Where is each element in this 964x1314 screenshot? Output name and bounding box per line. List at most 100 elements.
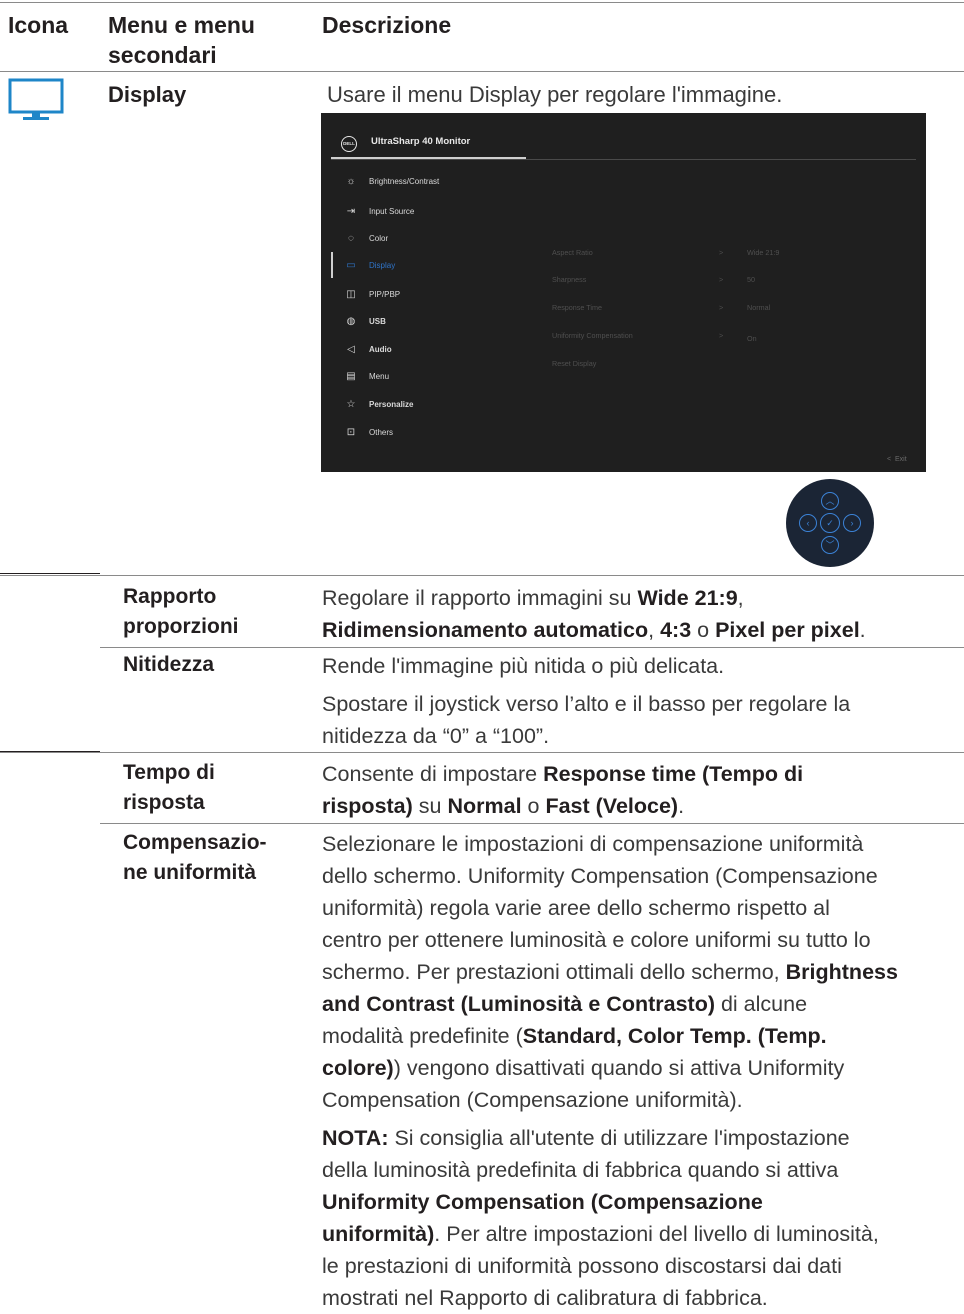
text-run: dello schermo. Uniformity Compensation (…	[322, 864, 878, 888]
osd-menu-item-label: Input Source	[369, 207, 415, 216]
description-line: le prestazioni di uniformità possono dis…	[322, 1250, 962, 1282]
submenu-label-line: Nitidezza	[123, 653, 215, 676]
description-line: uniformità) regola varie aree dello sche…	[322, 892, 962, 924]
text-run: le prestazioni di uniformità possono dis…	[322, 1254, 842, 1278]
input-icon: ⇥	[346, 206, 356, 217]
osd-submenu-row[interactable]: Uniformity Compensation > On	[552, 331, 912, 345]
header-menu-col: Menu e menu secondari	[108, 12, 255, 68]
row-rule-1-icon	[0, 573, 100, 574]
bold-text-run: and Contrast (Luminosità e Contrasto)	[322, 992, 715, 1016]
text-run: o	[521, 794, 546, 818]
bold-text-run: risposta)	[322, 794, 413, 818]
row-rule	[100, 823, 964, 824]
joystick-center-icon: ✓	[820, 513, 840, 533]
star-icon: ☆	[346, 399, 356, 410]
row-rule	[100, 647, 964, 648]
submenu-label-line: proporzioni	[123, 615, 239, 638]
text-run: centro per ottenere luminosità e colore …	[322, 928, 871, 952]
description-line: Ridimensionamento automatico, 4:3 o Pixe…	[322, 614, 962, 646]
description-line: dello schermo. Uniformity Compensation (…	[322, 860, 962, 892]
osd-menu-item[interactable]: ◍ USB	[345, 314, 545, 334]
osd-submenu-row[interactable]: Aspect Ratio > Wide 21:9	[552, 248, 912, 262]
pip-icon: ◫	[346, 289, 356, 300]
bold-text-run: Ridimensionamento automatico	[322, 618, 649, 642]
osd-menu-item[interactable]: ◫ PIP/PBP	[345, 287, 545, 307]
osd-submenu-value: 50	[747, 275, 755, 284]
osd-submenu-label: Response Time	[552, 303, 602, 312]
description-line: mostrati nel Rapporto di calibratura di …	[322, 1282, 962, 1314]
row-rule-icon	[0, 751, 100, 752]
menu-icon: ▤	[346, 371, 356, 382]
bold-text-run: Response time (Tempo di	[543, 762, 804, 786]
osd-submenu-label: Sharpness	[552, 275, 587, 284]
sun-icon: ☼	[346, 176, 356, 187]
text-run: Compensation (Compensazione uniformità).	[322, 1088, 743, 1112]
bold-text-run: Pixel per pixel	[715, 618, 860, 642]
osd-menu-item[interactable]: ▭ Display	[345, 258, 545, 278]
text-run: Selezionare le impostazioni di compensaz…	[322, 832, 864, 856]
osd-submenu-row[interactable]: Response Time > Normal	[552, 303, 912, 317]
osd-menu-item[interactable]: ☼ Brightness/Contrast	[345, 174, 545, 194]
text-run: Regolare il rapporto immagini su	[322, 586, 638, 610]
joystick-right-icon: ›	[843, 514, 861, 532]
bold-text-run: NOTA:	[322, 1126, 389, 1150]
submenu-label: Nitidezza	[123, 650, 303, 680]
osd-submenu-label: Aspect Ratio	[552, 248, 593, 257]
osd-menu-item[interactable]: ◌ Color	[345, 231, 545, 251]
submenu-description: Regolare il rapporto immagini su Wide 21…	[322, 582, 962, 646]
text-run: Si consiglia all'utente di utilizzare l'…	[388, 1126, 850, 1150]
header-desc-col: Descrizione	[322, 12, 452, 38]
description-line: Rende l'immagine più nitida o più delica…	[322, 650, 962, 682]
speaker-icon: ◁	[347, 344, 355, 355]
osd-menu-item-label: Menu	[369, 372, 390, 381]
osd-menu-item[interactable]: ⇥ Input Source	[345, 204, 545, 224]
submenu-description: Selezionare le impostazioni di compensaz…	[322, 828, 962, 1116]
osd-menu-item[interactable]: ⊡ Others	[345, 425, 545, 445]
text-run: schermo. Per prestazioni ottimali dello …	[322, 960, 786, 984]
osd-menu-item-label: Personalize	[369, 400, 414, 409]
display-row-description: Usare il menu Display per regolare l'imm…	[327, 82, 783, 107]
submenu-label-line: Rapporto	[123, 585, 217, 608]
text-run: Rende l'immagine più nitida o più delica…	[322, 654, 725, 678]
text-run: della luminosità predefinita di fabbrica…	[322, 1158, 839, 1182]
joystick-up-icon: ︿	[821, 492, 839, 510]
bold-text-run: Normal	[447, 794, 522, 818]
osd-submenu-value: On	[747, 334, 757, 343]
osd-menu-screenshot: DELL UltraSharp 40 Monitor ☼ Brightness/C…	[321, 113, 926, 472]
bold-text-run: Wide 21:9	[637, 586, 738, 610]
bold-text-run: Brightness	[785, 960, 898, 984]
description-line: NOTA: Si consiglia all'utente di utilizz…	[322, 1122, 962, 1154]
osd-menu-item-label: Brightness/Contrast	[369, 177, 440, 186]
text-run: mostrati nel Rapporto di calibratura di …	[322, 1286, 768, 1310]
text-run: . Per altre impostazioni del livello di …	[434, 1222, 879, 1246]
text-run: .	[859, 618, 866, 642]
description-line: Selezionare le impostazioni di compensaz…	[322, 828, 962, 860]
osd-exit-label: Exit	[894, 456, 907, 463]
description-line: risposta) su Normal o Fast (Veloce).	[322, 790, 962, 822]
osd-submenu-row[interactable]: Reset Display	[552, 359, 912, 373]
bold-text-run: colore)	[322, 1056, 394, 1080]
submenu-label-line: risposta	[123, 791, 205, 814]
osd-submenu-row[interactable]: Sharpness >50	[552, 275, 912, 289]
submenu-label-line: Compensazio-	[123, 831, 267, 854]
submenu-label: Rapporto proporzioni	[123, 582, 303, 642]
osd-menu-item[interactable]: ◁ Audio	[345, 342, 545, 362]
osd-menu-item-label: Color	[369, 234, 389, 243]
osd-menu-item[interactable]: ☆ Personalize	[345, 397, 545, 417]
description-line: colore)) vengono disattivati quando si a…	[322, 1052, 962, 1084]
submenu-label-line: ne uniformità	[123, 861, 257, 884]
text-run: ,	[648, 618, 661, 642]
description-line: uniformità). Per altre impostazioni del …	[322, 1218, 962, 1250]
monitor-icon: ▭	[346, 260, 356, 271]
monitor-icon	[8, 78, 64, 124]
text-run: .	[678, 794, 685, 818]
osd-menu-item[interactable]: ▤ Menu	[345, 369, 545, 389]
mouse-icon: ◍	[346, 316, 356, 327]
osd-submenu-value: Normal	[747, 303, 771, 312]
row-rule-1	[0, 575, 964, 576]
osd-header-rule	[331, 159, 916, 160]
osd-exit[interactable]: < Exit	[887, 456, 907, 463]
table-top-rule	[0, 2, 964, 3]
description-line: Uniformity Compensation (Compensazione	[322, 1186, 962, 1218]
chevron-right-icon: >	[719, 248, 724, 257]
